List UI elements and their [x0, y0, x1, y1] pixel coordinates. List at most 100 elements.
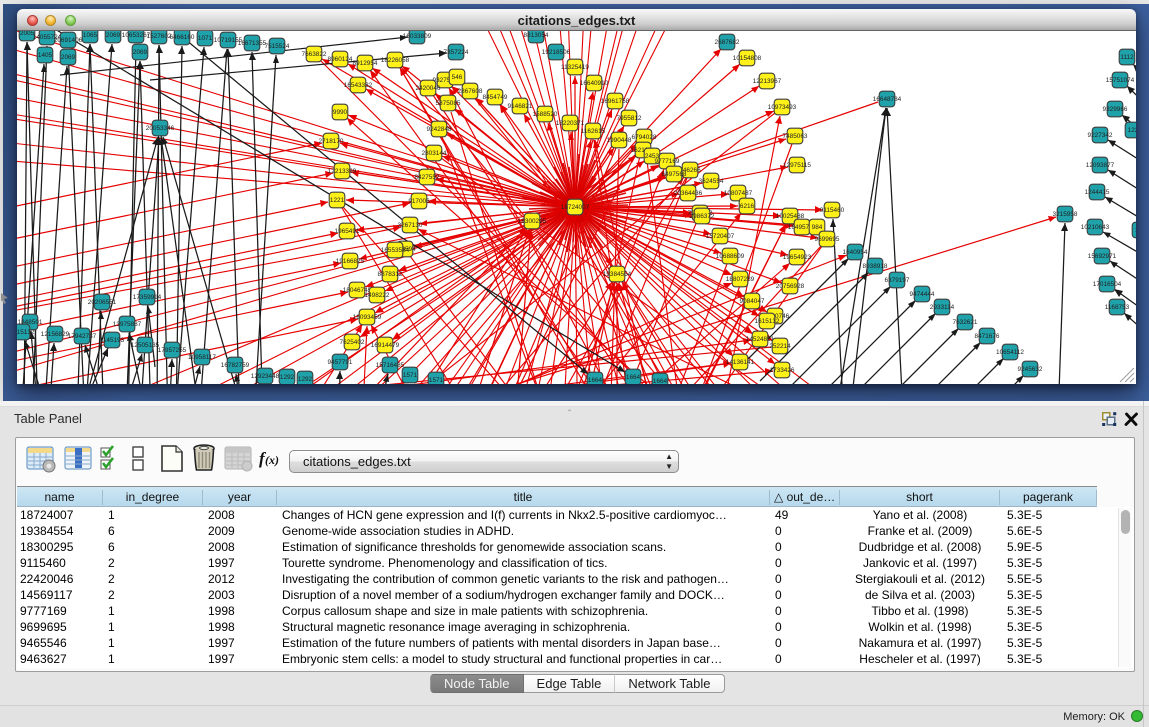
svg-text:10154808: 10154808: [733, 55, 762, 62]
svg-text:16093459: 16093459: [353, 314, 382, 321]
svg-text:14136141: 14136141: [726, 359, 755, 366]
svg-text:9699695: 9699695: [815, 236, 840, 243]
svg-text:10973493: 10973493: [768, 104, 797, 111]
svg-text:9474444: 9474444: [910, 291, 935, 298]
svg-text:2803144: 2803144: [422, 150, 447, 157]
svg-text:18807289: 18807289: [726, 276, 755, 283]
svg-text:7357224: 7357224: [444, 49, 469, 56]
svg-text:9777169: 9777169: [655, 158, 680, 165]
svg-text:1965491: 1965491: [335, 228, 360, 235]
svg-text:7625402: 7625402: [340, 339, 365, 346]
svg-text:7663822: 7663822: [302, 51, 327, 58]
svg-text:15716485: 15716485: [376, 362, 405, 369]
svg-text:1168753: 1168753: [1105, 304, 1130, 311]
svg-text:8471676: 8471676: [975, 333, 1000, 340]
svg-text:18300295: 18300295: [518, 218, 547, 225]
svg-text:19166825: 19166825: [336, 258, 365, 265]
svg-text:1292: 1292: [280, 374, 295, 381]
svg-text:19654923: 19654923: [783, 254, 812, 261]
svg-text:3215958: 3215958: [1053, 211, 1078, 218]
svg-text:7955812: 7955812: [617, 115, 642, 122]
svg-text:20053346: 20053346: [146, 125, 175, 132]
svg-text:20691406: 20691406: [54, 37, 83, 44]
svg-text:9227342: 9227342: [1088, 132, 1113, 139]
svg-text:2069: 2069: [133, 49, 148, 56]
svg-text:1640954: 1640954: [843, 249, 868, 256]
svg-text:15720407: 15720407: [706, 233, 735, 240]
svg-text:1065: 1065: [83, 32, 98, 39]
svg-text:917006: 917006: [408, 198, 430, 205]
svg-text:3267130: 3267130: [398, 222, 423, 229]
svg-text:8878312: 8878312: [378, 271, 403, 278]
svg-text:13975887: 13975887: [113, 321, 142, 328]
svg-text:16671355: 16671355: [238, 40, 267, 47]
svg-text:8454749: 8454749: [483, 94, 508, 101]
svg-text:1571: 1571: [403, 372, 418, 379]
svg-text:8912954: 8912954: [353, 60, 378, 67]
svg-text:17359914: 17359914: [133, 294, 162, 301]
svg-text:9457791: 9457791: [328, 359, 353, 366]
svg-text:8427552: 8427552: [415, 174, 440, 181]
svg-text:15751074: 15751074: [1106, 77, 1135, 84]
svg-text:9115460: 9115460: [820, 207, 845, 214]
svg-text:1664: 1664: [588, 377, 603, 384]
svg-text:122: 122: [1128, 127, 1136, 134]
svg-text:12156829: 12156829: [41, 331, 70, 338]
svg-text:10654112: 10654112: [996, 349, 1024, 356]
svg-text:7515524: 7515524: [265, 43, 290, 50]
svg-text:2069: 2069: [61, 54, 76, 61]
svg-text:1588520: 1588520: [533, 111, 558, 118]
svg-text:1527602: 1527602: [147, 33, 172, 40]
svg-text:12975115: 12975115: [783, 162, 811, 169]
svg-text:12923448: 12923448: [251, 373, 280, 380]
svg-text:10688609: 10688609: [716, 253, 745, 260]
svg-text:16543382: 16543382: [344, 82, 373, 89]
svg-text:12213369: 12213369: [328, 168, 357, 175]
svg-text:14524851: 14524851: [746, 336, 775, 343]
svg-text:12093877: 12093877: [1086, 162, 1115, 169]
svg-text:19384554: 19384554: [603, 271, 632, 278]
svg-text:1162615: 1162615: [581, 128, 606, 135]
svg-text:3624554: 3624554: [699, 178, 724, 185]
svg-text:17016504: 17016504: [1093, 281, 1122, 288]
svg-text:16553584: 16553584: [381, 247, 410, 254]
svg-text:2933114: 2933114: [930, 304, 955, 311]
svg-text:3915132: 3915132: [17, 329, 35, 336]
svg-text:9242848: 9242848: [427, 126, 452, 133]
svg-text:6497568: 6497568: [662, 171, 687, 178]
svg-text:1615132: 1615132: [755, 318, 780, 325]
svg-text:16914479: 16914479: [371, 342, 400, 349]
svg-text:10210643: 10210643: [1081, 224, 1110, 231]
svg-text:(x): (x): [265, 453, 279, 467]
svg-text:2069: 2069: [106, 32, 121, 39]
svg-text:1244415: 1244415: [1085, 189, 1110, 196]
svg-text:20364436: 20364436: [674, 190, 703, 197]
svg-text:16640910: 16640910: [580, 80, 609, 87]
svg-text:984: 984: [812, 224, 823, 231]
svg-text:10958117: 10958117: [188, 354, 216, 361]
svg-text:2867608: 2867608: [458, 88, 483, 95]
svg-text:9146821: 9146821: [508, 103, 533, 110]
svg-text:1292: 1292: [298, 376, 313, 383]
svg-text:5875085: 5875085: [436, 100, 461, 107]
svg-text:20756928: 20756928: [776, 283, 805, 290]
svg-text:1112: 1112: [1120, 54, 1134, 61]
svg-text:1221: 1221: [330, 197, 345, 204]
svg-text:9990: 9990: [333, 109, 348, 116]
svg-text:20206551: 20206551: [88, 299, 117, 306]
svg-text:2986372: 2986372: [690, 213, 715, 220]
svg-text:16782759: 16782759: [221, 362, 250, 369]
svg-text:7485063: 7485063: [783, 133, 808, 140]
svg-text:18220371: 18220371: [556, 120, 585, 127]
svg-text:1071: 1071: [198, 35, 213, 42]
svg-text:16648784: 16648784: [873, 96, 902, 103]
svg-text:117: 117: [1135, 227, 1136, 234]
svg-text:2718170: 2718170: [319, 138, 344, 145]
svg-text:18724007: 18724007: [561, 204, 590, 211]
svg-text:11325419: 11325419: [561, 64, 589, 71]
svg-text:6216: 6216: [740, 203, 755, 210]
svg-text:18226058: 18226058: [381, 57, 410, 64]
svg-text:1733426: 1733426: [770, 367, 795, 374]
svg-text:1664: 1664: [626, 374, 641, 381]
svg-text:2687682: 2687682: [715, 39, 740, 46]
